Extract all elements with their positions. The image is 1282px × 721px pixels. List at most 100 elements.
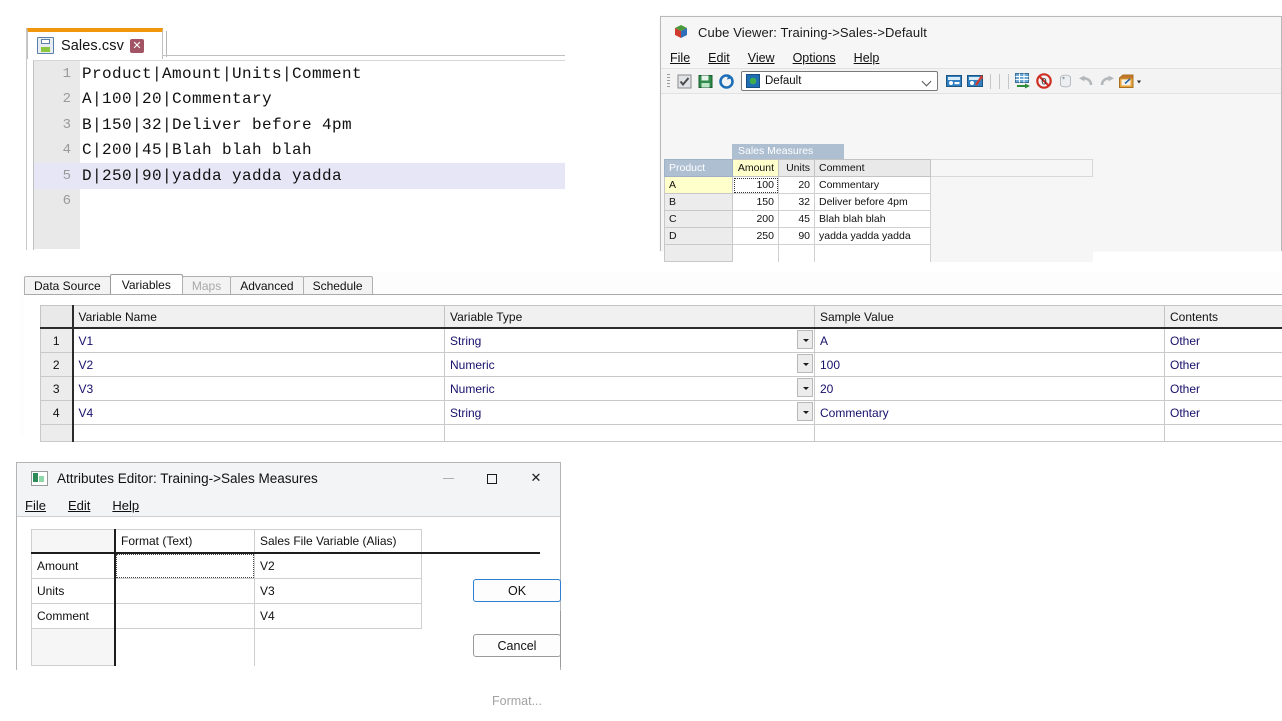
cell-alias[interactable]: V2 [255, 553, 422, 579]
cell-empty[interactable] [815, 425, 1165, 442]
cell-product[interactable]: A [665, 177, 733, 194]
cell-amount[interactable]: 100 [733, 177, 779, 194]
cell-amount[interactable]: 250 [733, 228, 779, 245]
code-line[interactable]: 1 Product|Amount|Units|Comment [34, 61, 565, 87]
save-icon[interactable] [695, 71, 715, 91]
cell-variable-type[interactable]: String [445, 328, 815, 353]
menu-edit[interactable]: Edit [708, 51, 730, 65]
redo-icon[interactable] [1097, 71, 1117, 91]
cell-amount[interactable]: 200 [733, 211, 779, 228]
cell-variable-name[interactable]: V1 [73, 328, 445, 353]
minimize-icon[interactable] [426, 464, 470, 493]
chevron-down-icon[interactable] [920, 74, 934, 88]
cell-alias[interactable]: V4 [255, 604, 422, 629]
tab-advanced[interactable]: Advanced [230, 276, 303, 295]
menu-options[interactable]: Options [793, 51, 836, 65]
tab-data-source[interactable]: Data Source [24, 276, 111, 295]
rules-icon[interactable] [965, 71, 985, 91]
recalculate-icon[interactable] [944, 71, 964, 91]
cell-units[interactable]: 20 [779, 177, 815, 194]
refresh-icon[interactable] [716, 71, 736, 91]
suppress-zero-icon[interactable]: 0 [1034, 71, 1054, 91]
table-row[interactable]: Comment V4 [32, 604, 541, 629]
cancel-button[interactable]: Cancel [473, 634, 561, 657]
menu-help[interactable]: Help [854, 51, 880, 65]
view-selector-combobox[interactable]: Default [741, 71, 938, 91]
cell-comment[interactable]: Blah blah blah [815, 211, 931, 228]
menu-file[interactable]: File [25, 498, 46, 513]
cube-grid-row[interactable]: A 100 20 Commentary [665, 177, 1093, 194]
cube-grid-row[interactable]: D 250 90 yadda yadda yadda [665, 228, 1093, 245]
tab-sales-csv[interactable]: Sales.csv ✕ [27, 28, 163, 59]
editor-code-lines[interactable]: 1 Product|Amount|Units|Comment 2 A|100|2… [34, 61, 565, 249]
column-header-units[interactable]: Units [779, 160, 815, 177]
code-line[interactable]: 2 A|100|20|Commentary [34, 87, 565, 113]
cell-comment[interactable]: yadda yadda yadda [815, 228, 931, 245]
dropdown-arrow-icon[interactable] [797, 330, 813, 349]
cell-variable-name[interactable]: V4 [73, 401, 445, 425]
cell-format[interactable] [115, 553, 255, 579]
column-header-product[interactable]: Product [665, 160, 733, 177]
cell-format[interactable] [115, 579, 255, 604]
menu-view[interactable]: View [748, 51, 775, 65]
table-row-empty[interactable] [41, 425, 1282, 442]
table-row[interactable]: 3 V3 Numeric 20 Other [41, 377, 1282, 401]
table-row[interactable]: 4 V4 String Commentary Other [41, 401, 1282, 425]
export-icon[interactable] [1118, 71, 1142, 91]
drill-icon[interactable] [1055, 71, 1075, 91]
code-line[interactable]: 4 C|200|45|Blah blah blah [34, 138, 565, 164]
cell-variable-type[interactable]: String [445, 401, 815, 425]
column-header-contents[interactable]: Contents [1165, 306, 1282, 329]
cell-sample-value[interactable]: 100 [815, 353, 1165, 377]
checkbox-icon[interactable] [674, 71, 694, 91]
table-row[interactable]: Units V3 [32, 579, 541, 604]
cell-comment[interactable]: Deliver before 4pm [815, 194, 931, 211]
table-row[interactable]: 1 V1 String A Other [41, 328, 1282, 353]
toolbar-grip-handle[interactable] [667, 74, 670, 88]
column-header-variable-name[interactable]: Variable Name [73, 306, 445, 329]
tab-schedule[interactable]: Schedule [303, 276, 373, 295]
column-header-format[interactable]: Format (Text) [115, 530, 255, 554]
cell-alias[interactable]: V3 [255, 579, 422, 604]
column-header-variable-type[interactable]: Variable Type [445, 306, 815, 329]
close-icon[interactable]: ✕ [514, 464, 558, 493]
cell-product[interactable]: C [665, 211, 733, 228]
cell-contents[interactable]: Other [1165, 328, 1282, 353]
cell-contents[interactable]: Other [1165, 377, 1282, 401]
column-header-comment[interactable]: Comment [815, 160, 931, 177]
maximize-icon[interactable] [470, 464, 514, 493]
cell-variable-type[interactable]: Numeric [445, 377, 815, 401]
cell-empty[interactable] [1165, 425, 1282, 442]
cell-sample-value[interactable]: 20 [815, 377, 1165, 401]
code-line-selected[interactable]: 5 D|250|90|yadda yadda yadda [34, 163, 565, 189]
menu-file[interactable]: File [670, 51, 690, 65]
grid-export-icon[interactable] [1013, 71, 1033, 91]
cell-variable-name[interactable]: V3 [73, 377, 445, 401]
cell-sample-value[interactable]: A [815, 328, 1165, 353]
cell-contents[interactable]: Other [1165, 353, 1282, 377]
cell-variable-name[interactable]: V2 [73, 353, 445, 377]
tab-variables[interactable]: Variables [110, 274, 183, 295]
cell-contents[interactable]: Other [1165, 401, 1282, 425]
dropdown-arrow-icon[interactable] [797, 354, 813, 373]
undo-icon[interactable] [1076, 71, 1096, 91]
cell-amount[interactable]: 150 [733, 194, 779, 211]
cube-grid-row[interactable]: C 200 45 Blah blah blah [665, 211, 1093, 228]
cell-variable-type[interactable]: Numeric [445, 353, 815, 377]
code-line[interactable]: 6 [34, 189, 565, 215]
code-line[interactable]: 3 B|150|32|Deliver before 4pm [34, 112, 565, 138]
table-row[interactable]: 2 V2 Numeric 100 Other [41, 353, 1282, 377]
table-row[interactable]: Amount V2 [32, 553, 541, 579]
cell-units[interactable]: 90 [779, 228, 815, 245]
dropdown-arrow-icon[interactable] [797, 402, 813, 421]
cell-units[interactable]: 32 [779, 194, 815, 211]
column-header-alias[interactable]: Sales File Variable (Alias) [255, 530, 422, 554]
cell-comment[interactable]: Commentary [815, 177, 931, 194]
measures-group-header[interactable]: Sales Measures [732, 144, 844, 159]
menu-edit[interactable]: Edit [68, 498, 90, 513]
column-header-amount[interactable]: Amount [733, 160, 779, 177]
close-x-icon[interactable]: ✕ [130, 39, 144, 53]
cell-empty[interactable] [445, 425, 815, 442]
cell-sample-value[interactable]: Commentary [815, 401, 1165, 425]
dropdown-arrow-icon[interactable] [797, 378, 813, 397]
